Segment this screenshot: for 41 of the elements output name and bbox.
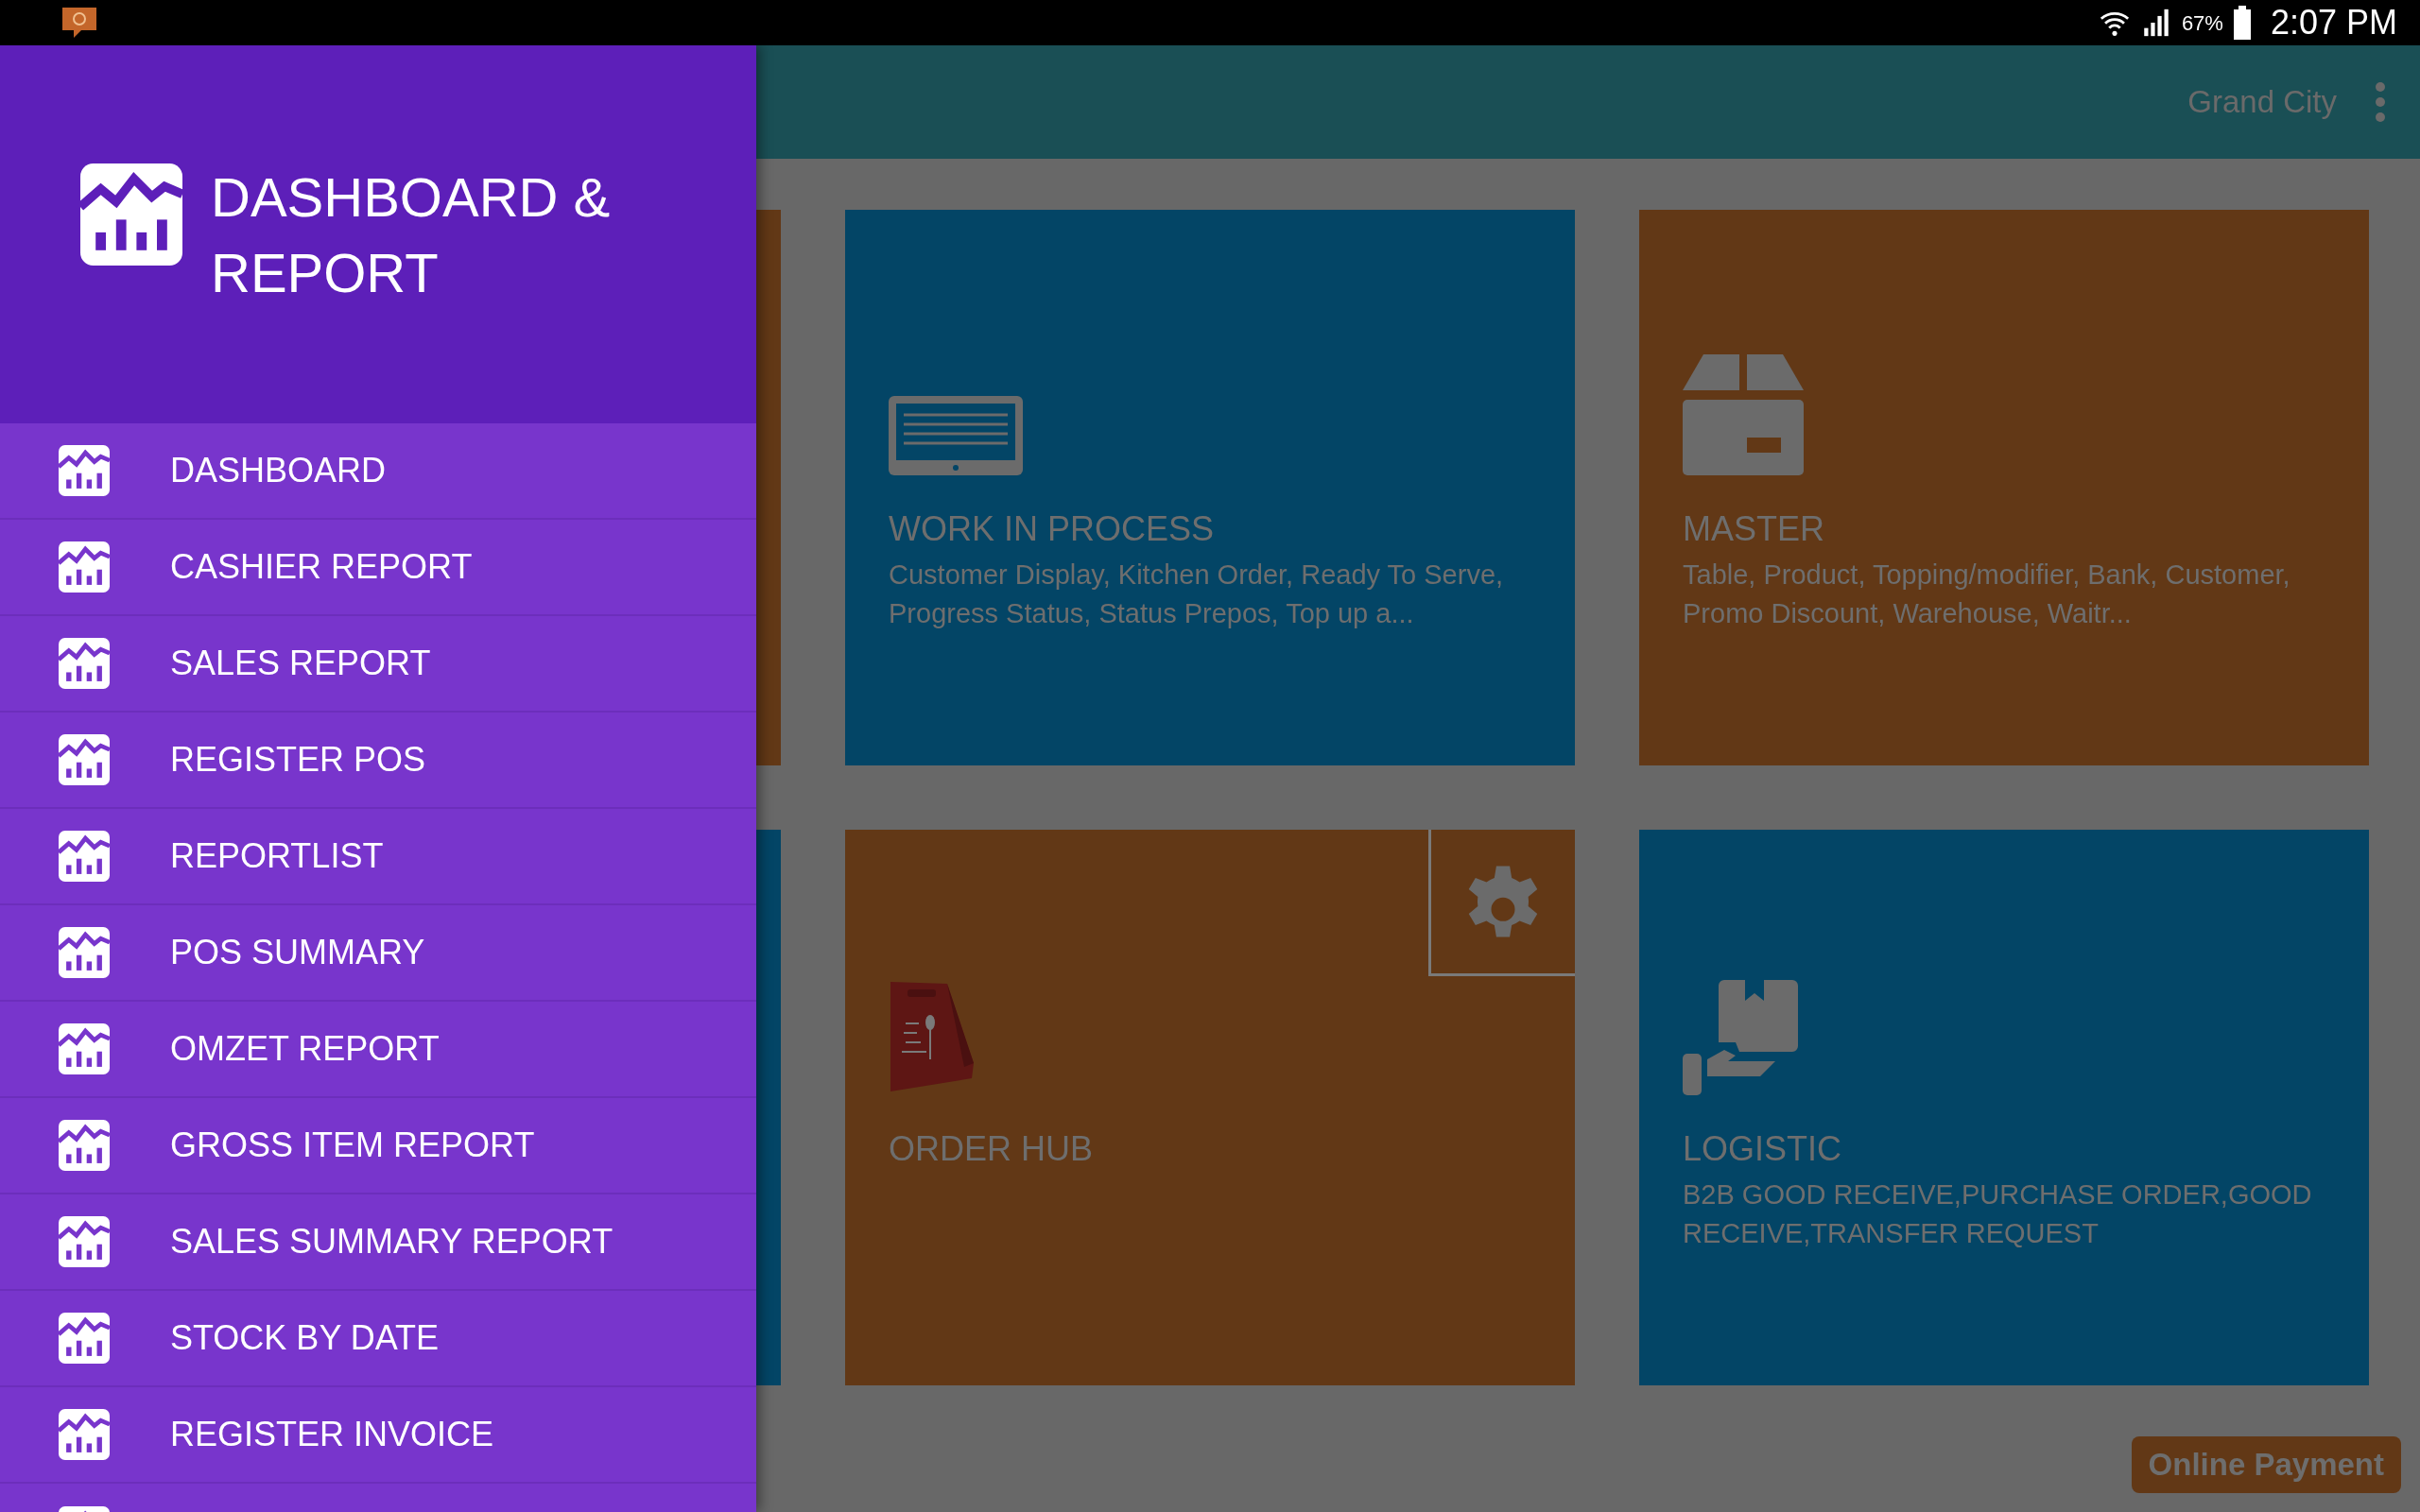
- battery-icon: [2232, 6, 2252, 40]
- chart-icon: [59, 1120, 110, 1171]
- chart-icon: [59, 1216, 110, 1267]
- chart-icon: [80, 163, 182, 266]
- drawer-title: DASHBOARD & REPORT: [211, 165, 612, 305]
- tile-description: Customer Display, Kitchen Order, Ready To Serve, Progress Status, Status Prepos, Top up a...: [889, 558, 1505, 630]
- hand-box-icon: [1683, 980, 1798, 1095]
- chart-icon: [59, 638, 110, 689]
- drawer-item[interactable]: CASHIER REPORT: [0, 520, 756, 616]
- chart-icon: [59, 927, 110, 978]
- tile-title: WORK IN PROCESS: [889, 508, 1216, 550]
- drawer-item[interactable]: SALES REPORT: [0, 616, 756, 713]
- drawer-item[interactable]: REGISTER POS: [0, 713, 756, 809]
- drawer-item[interactable]: DASHBOARD: [0, 423, 756, 520]
- chart-icon: [59, 831, 110, 882]
- drawer-item[interactable]: OMZET REPORT: [0, 1002, 756, 1098]
- drawer-item[interactable]: SALES SUMMARY REPORT: [0, 1194, 756, 1291]
- chart-icon: [59, 445, 110, 496]
- location-label: Grand City: [2187, 83, 2337, 122]
- chart-icon: [59, 734, 110, 785]
- chart-icon: [59, 541, 110, 593]
- battery-percent: 67%: [2181, 9, 2223, 37]
- clock: 2:07 PM: [2270, 2, 2397, 43]
- tile-title: LOGISTIC: [1683, 1128, 1843, 1170]
- drawer-item[interactable]: REGISTER INVOICE: [0, 1387, 756, 1484]
- drawer-item[interactable]: STOCK BY DATE: [0, 1291, 756, 1387]
- tile-description: B2B GOOD RECEIVE,PURCHASE ORDER,GOOD RECEIVE,TRANSFER REQUEST: [1683, 1178, 2313, 1250]
- drawer-item[interactable]: GROSS ITEM REPORT: [0, 1098, 756, 1194]
- drawer-item[interactable]: REPORTLIST: [0, 809, 756, 905]
- settings-button[interactable]: [1428, 830, 1575, 976]
- chat-notification-icon: [60, 6, 98, 40]
- tile-description: Table, Product, Topping/modifier, Bank, Customer, Promo Discount, Warehouse, Waitr...: [1683, 558, 2291, 630]
- chart-icon: [59, 1409, 110, 1460]
- monitor-icon: [889, 396, 1023, 475]
- tile-title: ORDER HUB: [889, 1128, 1095, 1170]
- tile-title: MASTER: [1683, 508, 1825, 550]
- drawer-item[interactable]: POS SUMMARY: [0, 905, 756, 1002]
- chart-icon: [59, 1023, 110, 1074]
- chart-icon: [59, 1313, 110, 1364]
- more-menu-button[interactable]: [2375, 82, 2386, 122]
- box-icon: [1683, 354, 1804, 475]
